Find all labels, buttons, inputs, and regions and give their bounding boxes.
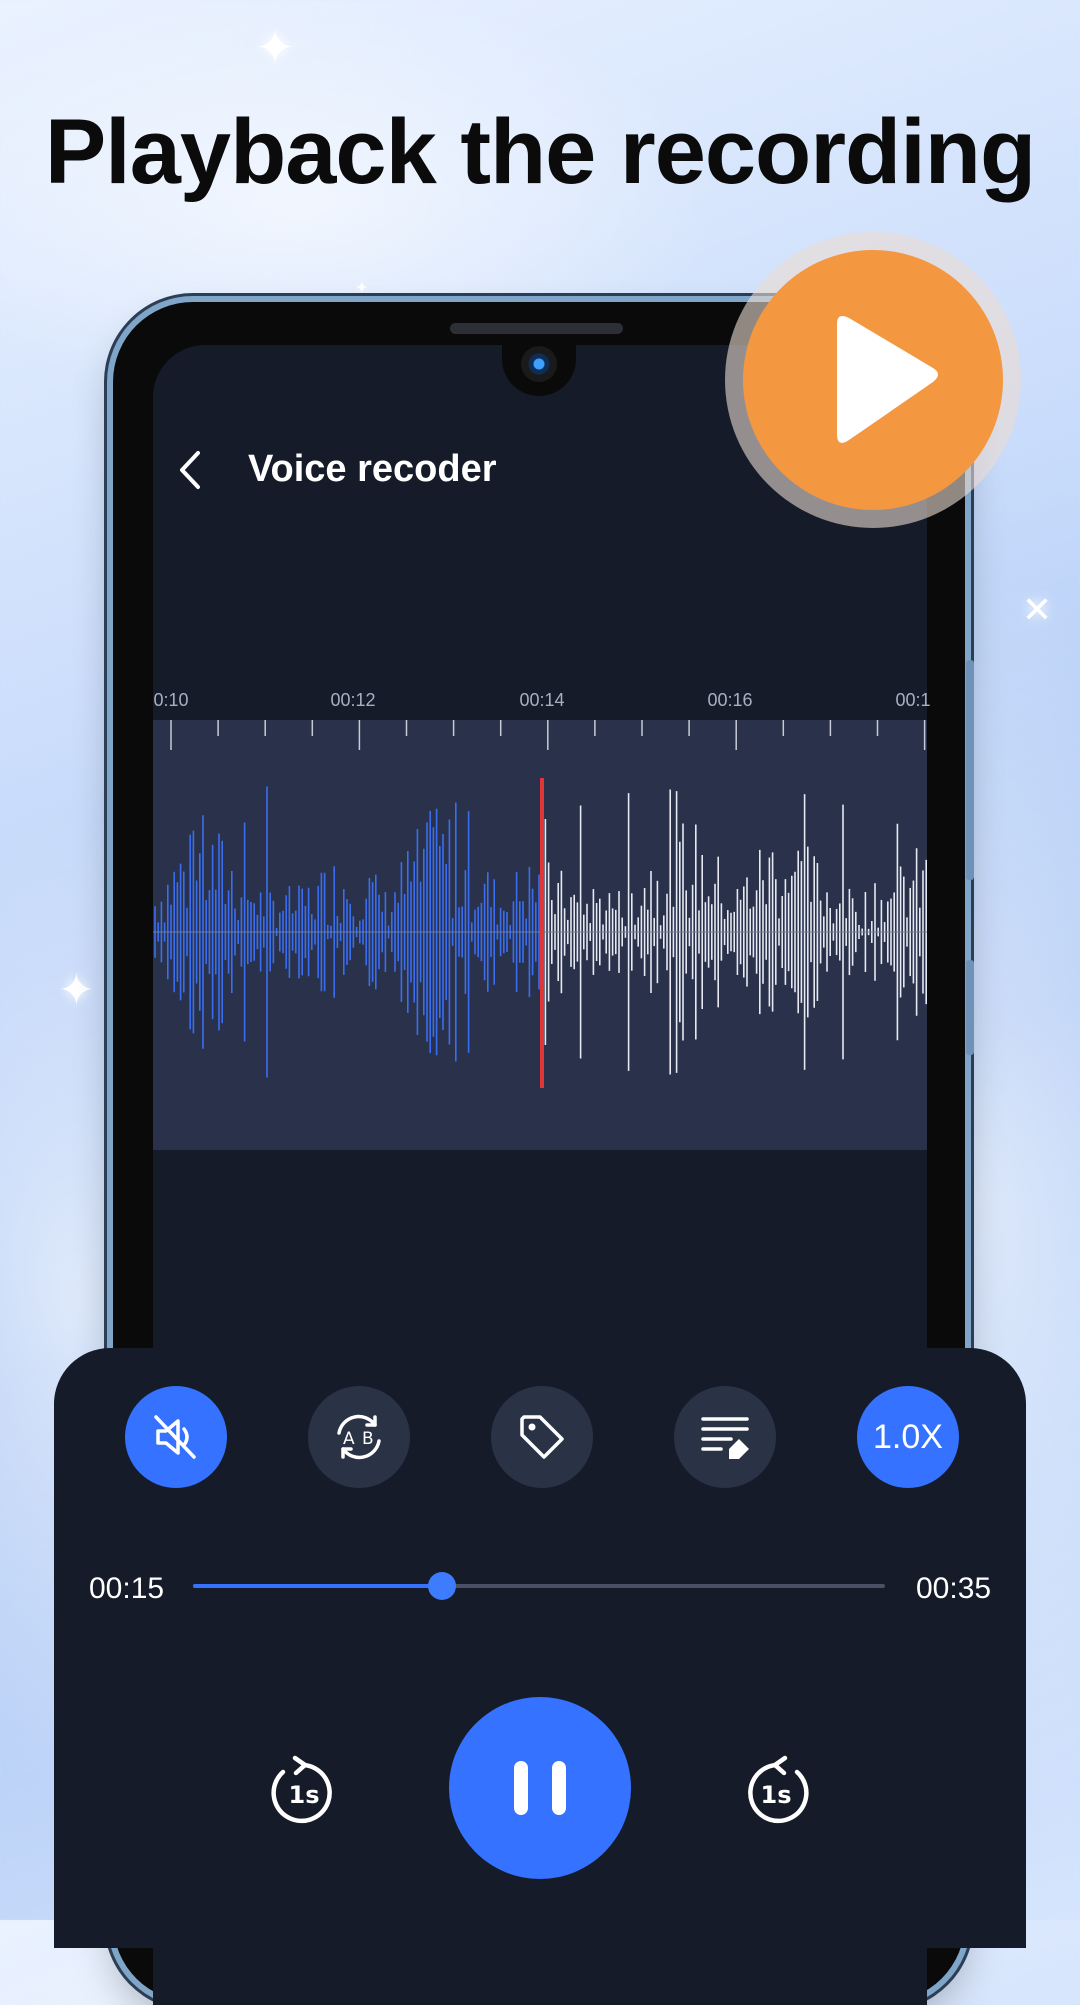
camera-icon [521, 346, 557, 382]
app-title: Voice recoder [248, 448, 497, 490]
seek-bar[interactable] [193, 1572, 885, 1600]
pause-button[interactable] [449, 1697, 631, 1879]
ab-repeat-button[interactable]: A B [308, 1386, 410, 1488]
waveform-panel[interactable] [153, 720, 927, 1150]
timeline-label: 00:12 [330, 690, 376, 710]
rewind-button[interactable]: 1s [265, 1754, 343, 1832]
tag-button[interactable] [491, 1386, 593, 1488]
pause-icon [514, 1761, 566, 1815]
edit-notes-icon [701, 1417, 749, 1459]
seek-bar-fill [193, 1584, 443, 1588]
timeline-label: 0:10 [153, 690, 189, 710]
sparkle-decoration: ✦ [255, 20, 296, 76]
chevron-left-icon [180, 451, 200, 489]
forward-icon: 1s [748, 1755, 809, 1824]
speed-button[interactable]: 1.0X [857, 1386, 959, 1488]
total-time: 00:35 [916, 1572, 992, 1605]
mute-icon [154, 1415, 196, 1459]
notes-button[interactable] [674, 1386, 776, 1488]
svg-text:A: A [343, 1429, 355, 1449]
timeline-label: 00:1 [895, 690, 931, 710]
ab-repeat-icon: A B [337, 1414, 381, 1460]
svg-text:B: B [362, 1429, 374, 1449]
timeline-label: 00:14 [519, 690, 565, 710]
rewind-icon: 1s [271, 1755, 332, 1824]
mute-button[interactable] [125, 1386, 227, 1488]
headline: Playback the recording [44, 101, 1036, 203]
tag-icon [520, 1415, 564, 1459]
play-button[interactable] [743, 250, 1003, 510]
timeline-ruler: 0:10 00:12 00:14 00:16 00:1 [153, 690, 931, 720]
forward-label: 1s [761, 1781, 792, 1809]
back-button[interactable] [170, 445, 214, 495]
sparkle-decoration: ✦ [355, 278, 369, 297]
speed-label: 1.0X [873, 1417, 943, 1456]
waveform[interactable] [153, 720, 927, 1150]
timeline-label: 00:16 [707, 690, 753, 710]
seek-bar-thumb[interactable] [428, 1572, 457, 1600]
forward-button[interactable]: 1s [737, 1754, 815, 1832]
current-time: 00:15 [89, 1572, 165, 1605]
play-icon [837, 316, 938, 443]
phone-side-button [966, 960, 974, 1055]
rewind-label: 1s [289, 1781, 320, 1809]
phone-speaker [450, 323, 623, 334]
sparkle-decoration: ✦ [58, 965, 95, 1016]
sparkle-decoration: ✕ [1022, 590, 1053, 631]
phone-side-button [966, 660, 974, 880]
